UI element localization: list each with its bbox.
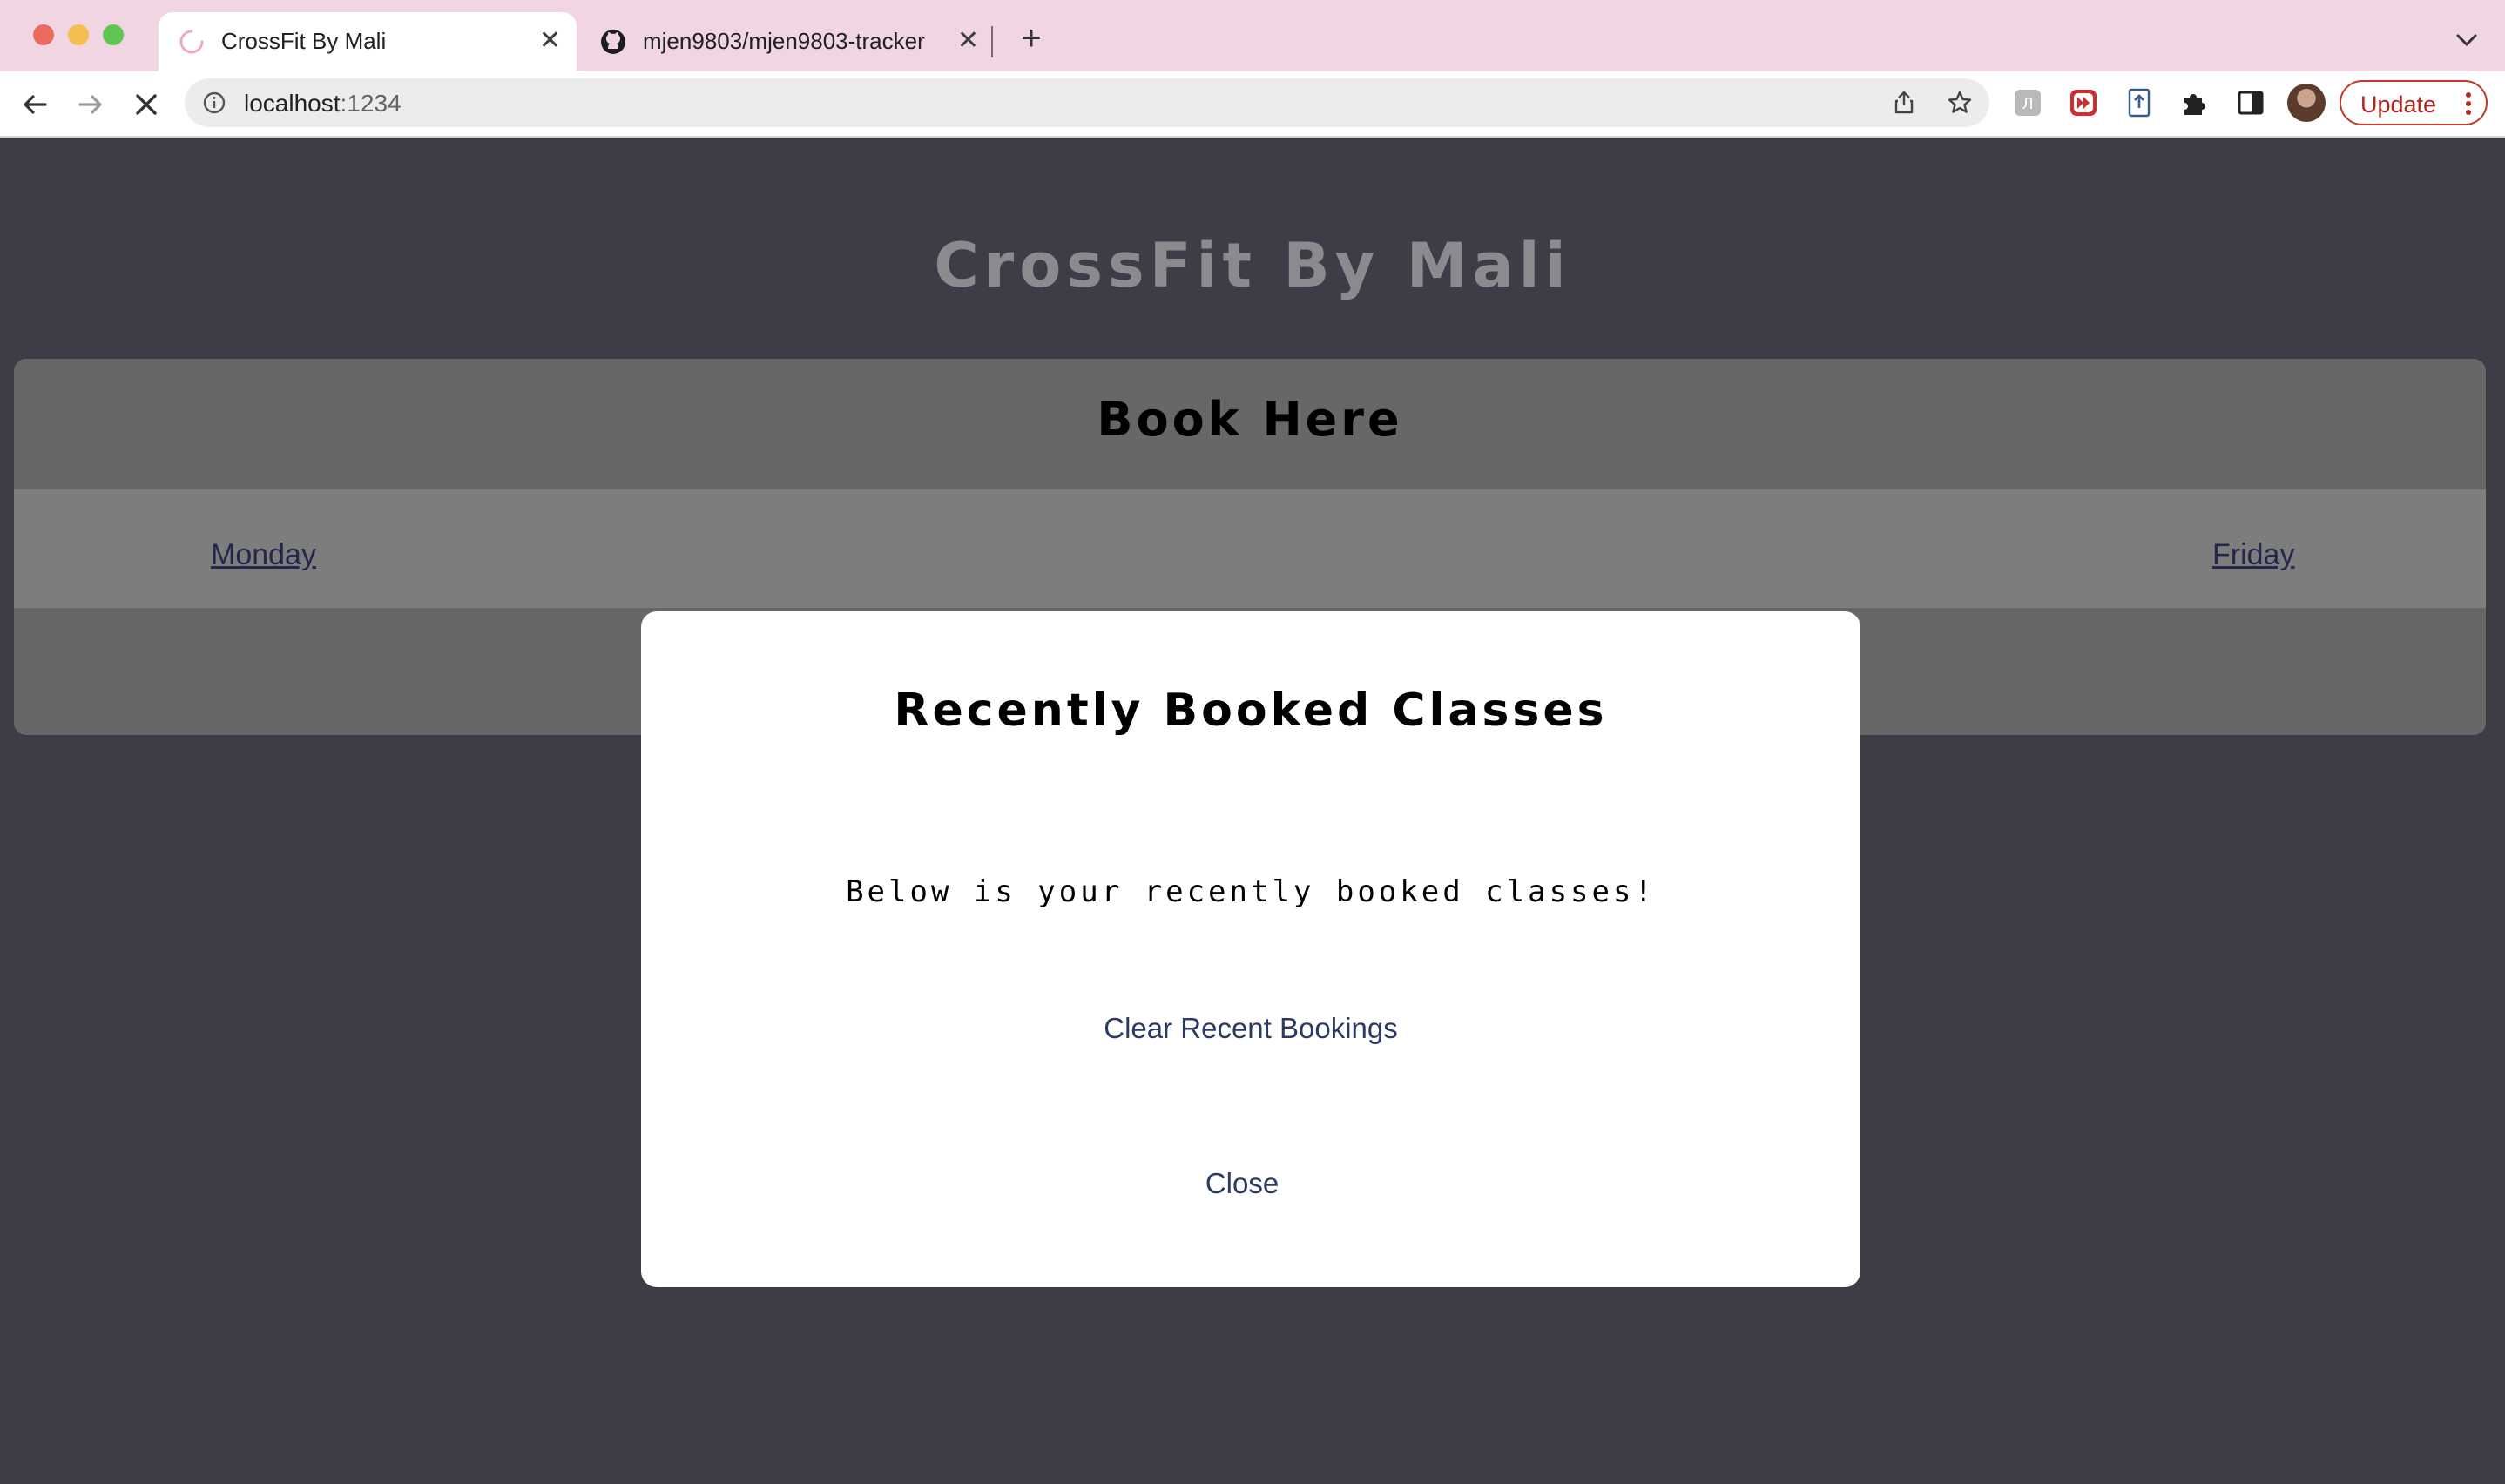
svg-text:Л: Л — [2022, 95, 2034, 113]
page-content: CrossFit By Mali Book Here Monday Friday… — [0, 138, 2505, 1484]
url-port: :1234 — [340, 90, 402, 117]
url-text[interactable]: localhost:1234 — [244, 90, 402, 118]
day-link-monday[interactable]: Monday — [211, 538, 316, 572]
puzzle-piece-icon[interactable] — [2179, 87, 2211, 118]
forward-arrow-icon[interactable] — [73, 87, 108, 122]
tab-separator — [991, 26, 993, 57]
site-title: CrossFit By Mali — [934, 230, 1571, 301]
browser-toolbar: localhost:1234 Л Update — [0, 71, 2505, 138]
tab-github-tracker[interactable]: mjen9803/mjen9803-tracker ✕ — [580, 12, 995, 71]
tab-close-icon[interactable]: ✕ — [539, 26, 561, 56]
update-button[interactable]: Update — [2340, 80, 2488, 125]
url-host: localhost — [244, 90, 341, 117]
loading-spinner-icon — [179, 30, 204, 54]
info-icon[interactable] — [202, 91, 226, 115]
github-icon — [601, 30, 625, 54]
window-close-button[interactable] — [33, 24, 54, 45]
more-menu-icon[interactable] — [2465, 91, 2472, 117]
chevron-down-icon[interactable] — [2449, 23, 2484, 57]
video-speed-icon[interactable] — [2068, 87, 2099, 118]
tab-close-icon[interactable]: ✕ — [957, 26, 979, 56]
close-button[interactable]: Close — [632, 1167, 1852, 1200]
tab-title: CrossFit By Mali — [221, 28, 387, 54]
new-tab-button[interactable]: + — [1012, 19, 1050, 57]
modal-title: Recently Booked Classes — [894, 685, 1608, 737]
profile-avatar[interactable] — [2287, 84, 2326, 122]
clear-recent-bookings-button[interactable]: Clear Recent Bookings — [641, 1012, 1860, 1045]
booking-heading: Book Here — [1097, 392, 1403, 447]
day-links-row: Monday Friday — [14, 489, 2486, 608]
update-label: Update — [2360, 91, 2437, 118]
modal-message: Below is your recently booked classes! — [846, 874, 1656, 909]
day-link-friday[interactable]: Friday — [2212, 538, 2294, 572]
extension-icon[interactable]: Л — [2012, 87, 2043, 118]
bookmark-star-icon[interactable] — [1946, 89, 1974, 117]
stop-loading-icon[interactable] — [129, 87, 164, 122]
address-bar[interactable]: localhost:1234 — [185, 78, 1989, 127]
share-icon[interactable] — [1890, 89, 1918, 117]
upload-doc-icon[interactable] — [2124, 87, 2155, 118]
window-minimize-button[interactable] — [68, 24, 89, 45]
browser-tab-strip: CrossFit By Mali ✕ mjen9803/mjen9803-tra… — [0, 0, 2505, 71]
tab-title: mjen9803/mjen9803-tracker — [643, 28, 925, 54]
side-panel-icon[interactable] — [2235, 87, 2266, 118]
recent-bookings-modal: Recently Booked Classes Below is your re… — [641, 611, 1860, 1287]
tab-crossfit-by-mali[interactable]: CrossFit By Mali ✕ — [159, 12, 577, 71]
window-zoom-button[interactable] — [103, 24, 124, 45]
back-arrow-icon[interactable] — [17, 87, 52, 122]
